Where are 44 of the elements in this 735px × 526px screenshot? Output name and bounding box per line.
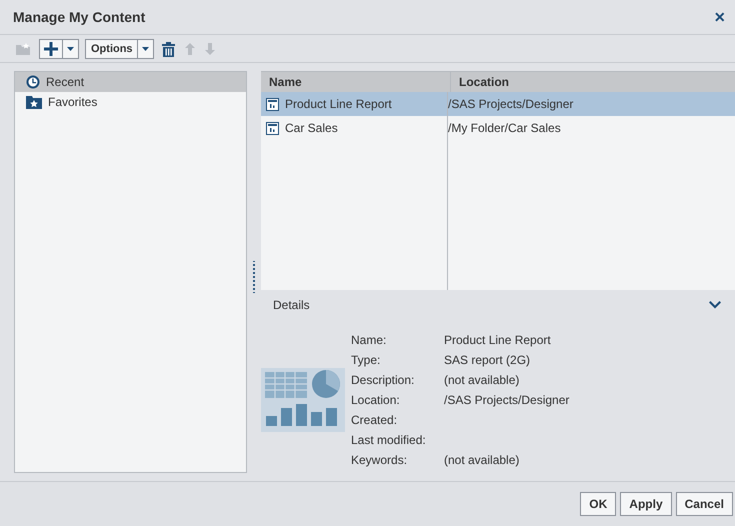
plus-icon bbox=[44, 42, 58, 56]
cancel-button[interactable]: Cancel bbox=[676, 492, 733, 516]
caret-icon bbox=[67, 47, 74, 51]
up-arrow-icon bbox=[184, 43, 195, 55]
apply-button[interactable]: Apply bbox=[620, 492, 672, 516]
details-title: Details bbox=[273, 298, 310, 312]
delete-button[interactable] bbox=[160, 39, 177, 59]
sidebar-item[interactable]: Recent bbox=[15, 72, 246, 92]
down-arrow-icon bbox=[204, 43, 215, 55]
table-cell: Car Sales bbox=[285, 121, 338, 135]
report-thumbnail-icon bbox=[261, 368, 345, 432]
close-button[interactable]: × bbox=[712, 8, 727, 26]
field-value: Product Line Report bbox=[444, 332, 552, 348]
clock-icon bbox=[26, 75, 40, 89]
add-button[interactable] bbox=[39, 39, 79, 59]
table-cell: Product Line Report bbox=[285, 97, 392, 111]
table-row[interactable]: Product Line Report /SAS Projects/Designer bbox=[261, 92, 735, 116]
report-icon bbox=[266, 98, 279, 110]
expand-button[interactable] bbox=[709, 301, 721, 309]
sidebar-item[interactable]: Favorites bbox=[15, 92, 246, 112]
table-cell: /My Folder/Car Sales bbox=[448, 121, 561, 135]
caret-icon bbox=[142, 47, 149, 51]
star-folder-icon bbox=[26, 95, 42, 109]
field-value: SAS report (2G) bbox=[444, 352, 532, 368]
trash-icon bbox=[162, 42, 175, 56]
window-title: Manage My Content bbox=[13, 9, 146, 25]
column-header[interactable]: Location bbox=[451, 72, 735, 92]
field-label: Location: bbox=[351, 392, 401, 408]
options-button[interactable]: Options bbox=[85, 39, 154, 59]
field-value: /SAS Projects/Designer bbox=[444, 392, 570, 408]
table-row[interactable]: Car Sales /My Folder/Car Sales bbox=[261, 116, 735, 140]
field-label: Created: bbox=[351, 412, 398, 428]
ok-button[interactable]: OK bbox=[580, 492, 616, 516]
folder-star-icon bbox=[15, 42, 31, 56]
table-cell: /SAS Projects/Designer bbox=[448, 97, 574, 111]
field-value: (not available) bbox=[444, 372, 520, 388]
report-icon bbox=[266, 122, 279, 134]
field-label: Keywords: bbox=[351, 452, 408, 468]
field-value: (not available) bbox=[444, 452, 520, 468]
field-label: Type: bbox=[351, 352, 382, 368]
field-label: Description: bbox=[351, 372, 416, 388]
field-label: Name: bbox=[351, 332, 388, 348]
field-label: Last modified: bbox=[351, 432, 427, 448]
chevron-down-icon bbox=[709, 301, 721, 309]
